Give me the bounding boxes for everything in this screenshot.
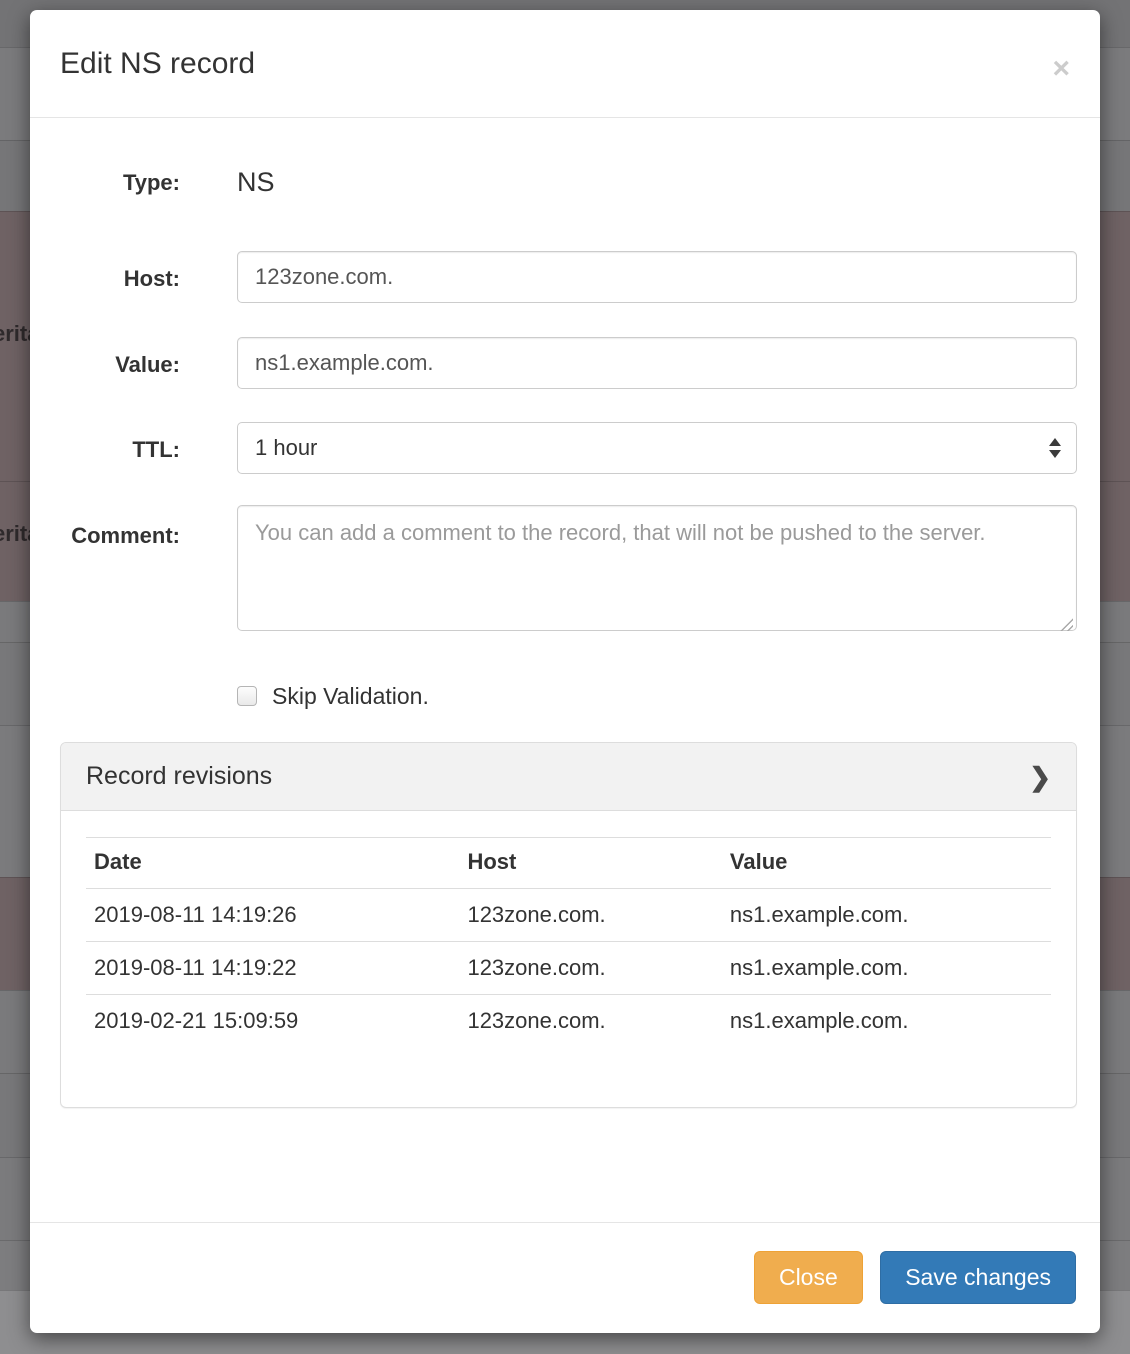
modal-footer: Close Save changes — [30, 1222, 1100, 1333]
host-label: Host: — [60, 251, 180, 295]
comment-textarea[interactable] — [237, 505, 1077, 631]
record-revisions-title: Record revisions — [86, 762, 272, 791]
type-row: Type: NS — [60, 166, 1077, 199]
revision-host: 123zone.com. — [459, 889, 721, 942]
revision-value: ns1.example.com. — [722, 942, 1051, 995]
value-input[interactable] — [237, 337, 1077, 389]
value-label: Value: — [60, 337, 180, 381]
table-header-row: Date Host Value — [86, 838, 1051, 889]
value-row: Value: — [60, 337, 1077, 389]
select-caret-icon — [1049, 438, 1061, 458]
skip-validation-row: Skip Validation. — [237, 682, 1077, 710]
column-header-value: Value — [722, 838, 1051, 889]
ttl-select[interactable]: 1 hour — [237, 422, 1077, 474]
skip-validation-checkbox[interactable] — [237, 686, 257, 706]
revision-date: 2019-08-11 14:19:26 — [86, 889, 459, 942]
revisions-table: Date Host Value 2019-08-11 14:19:26 123z… — [86, 837, 1051, 1047]
revision-value: ns1.example.com. — [722, 889, 1051, 942]
column-header-date: Date — [86, 838, 459, 889]
ttl-row: TTL: 1 hour — [60, 422, 1077, 474]
close-button[interactable]: Close — [754, 1251, 863, 1304]
close-icon[interactable]: × — [1052, 54, 1070, 84]
modal-header: Edit NS record × — [30, 10, 1100, 118]
chevron-right-icon[interactable]: ❯ — [1029, 764, 1051, 790]
revision-host: 123zone.com. — [459, 942, 721, 995]
table-row: 2019-08-11 14:19:22 123zone.com. ns1.exa… — [86, 942, 1051, 995]
revision-date: 2019-08-11 14:19:22 — [86, 942, 459, 995]
record-revisions-panel: Record revisions ❯ Date Host Value 2019-… — [60, 742, 1077, 1108]
record-revisions-body: Date Host Value 2019-08-11 14:19:26 123z… — [61, 811, 1076, 1107]
column-header-host: Host — [459, 838, 721, 889]
save-changes-button[interactable]: Save changes — [880, 1251, 1076, 1304]
host-row: Host: — [60, 251, 1077, 303]
comment-label: Comment: — [60, 505, 180, 552]
revision-value: ns1.example.com. — [722, 995, 1051, 1048]
edit-ns-record-modal: Edit NS record × Type: NS Host: Value: T… — [30, 10, 1100, 1333]
table-row: 2019-08-11 14:19:26 123zone.com. ns1.exa… — [86, 889, 1051, 942]
revision-date: 2019-02-21 15:09:59 — [86, 995, 459, 1048]
ttl-selected-value: 1 hour — [255, 435, 317, 461]
modal-title: Edit NS record — [60, 47, 1070, 80]
comment-row: Comment: — [60, 505, 1077, 636]
revision-host: 123zone.com. — [459, 995, 721, 1048]
modal-body: Type: NS Host: Value: TTL: 1 hour — [30, 118, 1100, 1108]
host-input[interactable] — [237, 251, 1077, 303]
table-row: 2019-02-21 15:09:59 123zone.com. ns1.exa… — [86, 995, 1051, 1048]
ttl-label: TTL: — [60, 422, 180, 466]
record-revisions-header[interactable]: Record revisions ❯ — [61, 743, 1076, 811]
skip-validation-label[interactable]: Skip Validation. — [272, 683, 429, 710]
type-label: Type: — [60, 166, 180, 199]
type-value: NS — [237, 166, 1077, 199]
